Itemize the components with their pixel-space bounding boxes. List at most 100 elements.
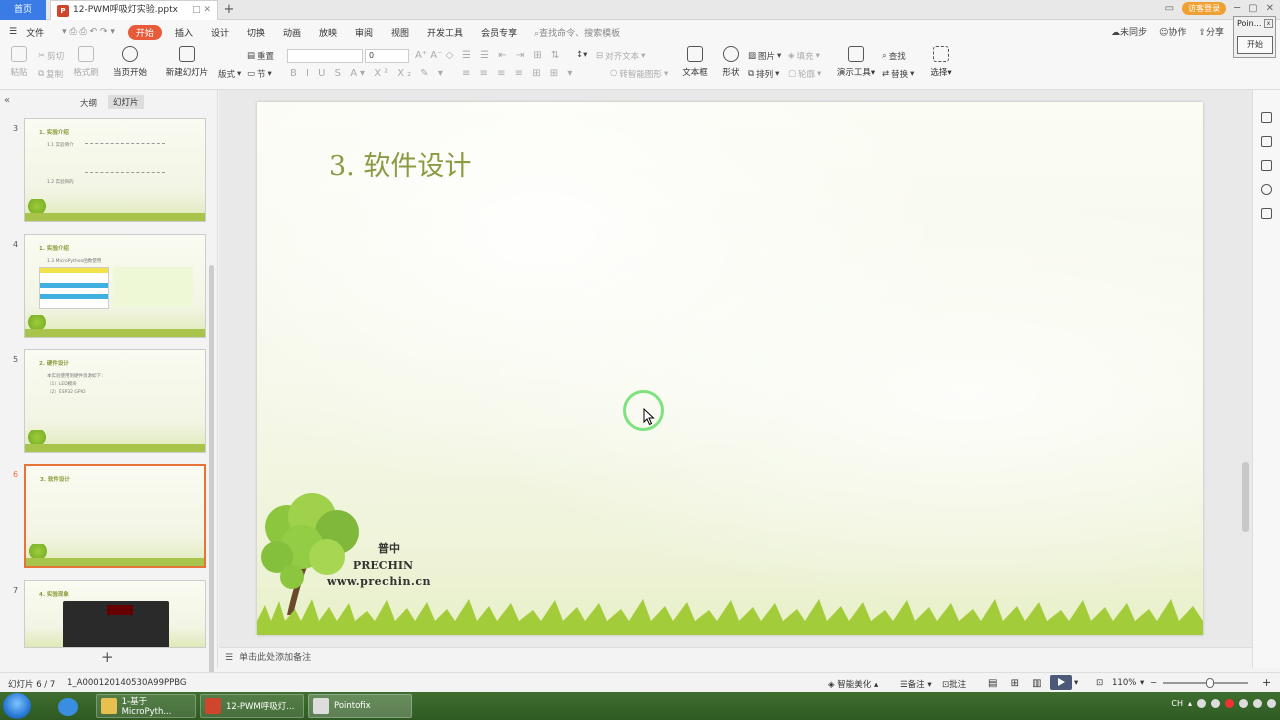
tray-app-icon[interactable] <box>1211 699 1220 708</box>
menu-member[interactable]: 会员专享 <box>472 26 526 39</box>
slide-title[interactable]: 3. 软件设计 <box>329 144 471 183</box>
notes-bar[interactable]: ☰ 单击此处添加备注 <box>219 647 1252 668</box>
zoom-slider-knob[interactable] <box>1206 678 1214 688</box>
volume-icon[interactable] <box>1267 699 1276 708</box>
section-button[interactable]: ▭ 节 ▾ <box>247 68 272 80</box>
format-painter-button[interactable]: 格式刷 <box>68 46 104 78</box>
line-spacing-icon[interactable]: ↕▾ <box>576 50 587 60</box>
menu-developer[interactable]: 开发工具 <box>418 26 472 39</box>
arrange-button[interactable]: ⧉ 排列 ▾ <box>748 68 779 80</box>
transition-icon[interactable] <box>1261 160 1272 171</box>
canvas-scrollbar[interactable] <box>1241 92 1250 645</box>
quick-access-icons[interactable]: ▾ ⎙ ⎙ ↶ ↷ ▾ <box>53 27 124 37</box>
paste-button[interactable]: 粘贴 <box>0 46 38 78</box>
find-button[interactable]: ⌕ 查找 <box>882 50 906 62</box>
notes-toggle[interactable]: ☰备注 ▾ <box>900 678 932 690</box>
taskbar-item[interactable]: 1-基于MicroPyth... <box>96 694 196 718</box>
picture-button[interactable]: ▨ 图片 ▾ <box>748 50 781 62</box>
zoom-dropdown-icon[interactable]: ▾ <box>1140 678 1144 688</box>
menu-slideshow[interactable]: 放映 <box>310 26 346 39</box>
tab-outline[interactable]: 大纲 <box>80 97 97 109</box>
document-tab[interactable]: P 12-PWM呼吸灯实验.pptx □ ✕ <box>50 0 218 20</box>
menu-review[interactable]: 审阅 <box>346 26 382 39</box>
hamburger-icon[interactable]: ☰ <box>0 27 26 37</box>
slide[interactable]: 3. 软件设计 普中 PRECHIN www.prechin.cn <box>257 102 1203 635</box>
list-icons[interactable]: ☰ ☰ ⇤ ⇥ ⊞ ⇅ <box>462 50 562 61</box>
tray-app-icon[interactable] <box>1225 699 1234 708</box>
cut-button[interactable]: ✂ 剪切 <box>38 50 64 62</box>
zoom-level[interactable]: 110% <box>1112 678 1136 688</box>
play-current-button[interactable]: 当页开始 <box>105 46 155 78</box>
beautify-button[interactable]: ◈ 智能美化 ▴ <box>828 678 878 690</box>
panel-scrollbar[interactable] <box>209 265 214 705</box>
tray-app-icon[interactable] <box>1239 699 1248 708</box>
menu-file[interactable]: 文件 <box>26 26 53 39</box>
paragraph-align-icons[interactable]: ≡ ≡ ≡ ≡ ⊞ ⊞ ▾ <box>462 68 575 79</box>
tray-app-icon[interactable] <box>1197 699 1206 708</box>
font-grow-shrink-icons[interactable]: A⁺ A⁻ ◇ <box>415 50 453 61</box>
menu-insert[interactable]: 插入 <box>166 26 202 39</box>
animation-icon[interactable] <box>1261 136 1272 147</box>
select-button[interactable]: 选择▾ <box>924 46 958 78</box>
properties-icon[interactable] <box>1261 112 1272 123</box>
play-dropdown-icon[interactable]: ▾ <box>1074 678 1078 688</box>
command-search[interactable]: ⌕查找命令、搜索模板 <box>534 26 620 39</box>
close-window-icon[interactable]: ✕ <box>1266 3 1274 14</box>
backup-icon[interactable] <box>1261 208 1272 219</box>
smartart-button[interactable]: ⎔ 转智能图形 ▾ <box>610 68 668 80</box>
scrollbar-thumb[interactable] <box>1242 462 1249 532</box>
new-tab-button[interactable]: + <box>222 1 236 19</box>
input-language[interactable]: CH <box>1171 699 1183 708</box>
help-icon[interactable] <box>1261 184 1272 195</box>
menu-animations[interactable]: 动画 <box>274 26 310 39</box>
font-size-select[interactable]: 0 <box>365 49 409 63</box>
presenter-tools-button[interactable]: 演示工具▾ <box>832 46 880 78</box>
restore-icon[interactable]: ▢ <box>1248 3 1257 14</box>
pointofix-start-button[interactable]: 开始 <box>1237 36 1273 54</box>
play-slideshow-button[interactable] <box>1050 675 1072 690</box>
slide-thumbnail-selected[interactable]: 3. 软件设计 <box>24 464 206 568</box>
taskbar-item-active[interactable]: Pointofix <box>308 694 412 718</box>
shape-button[interactable]: 形状 <box>714 46 748 78</box>
tab-slides[interactable]: 幻灯片 <box>108 95 144 109</box>
menu-view[interactable]: 视图 <box>382 26 418 39</box>
outline-button[interactable]: ▢ 轮廓 ▾ <box>788 68 821 80</box>
start-button[interactable] <box>3 693 31 719</box>
home-tab[interactable]: 首页 <box>0 0 46 20</box>
replace-button[interactable]: ⇄ 替换 ▾ <box>882 68 914 80</box>
layout-icon[interactable]: ▭ <box>1165 3 1174 14</box>
slide-thumbnail[interactable]: 1. 实验介绍 1.3 MicroPython函数使用 <box>24 234 206 338</box>
menu-design[interactable]: 设计 <box>202 26 238 39</box>
tab-close-icon[interactable]: □ ✕ <box>192 1 211 20</box>
comments-toggle[interactable]: ⊡批注 <box>942 678 966 690</box>
textbox-button[interactable]: 文本框 <box>676 46 714 78</box>
close-icon[interactable]: x <box>1264 19 1273 28</box>
taskbar-item[interactable]: 12-PWM呼吸灯... <box>200 694 304 718</box>
menu-transitions[interactable]: 切换 <box>238 26 274 39</box>
collaborate-button[interactable]: ☺协作 <box>1159 25 1186 38</box>
slide-thumbnail[interactable]: 1. 实验介绍 1.1 实验简介 1.2 实验目的 <box>24 118 206 222</box>
layout-button[interactable]: 版式 ▾ <box>218 68 241 80</box>
share-button[interactable]: ⇪分享 <box>1198 25 1224 38</box>
view-mode-icons[interactable]: ▤ ⊞ ▥ <box>988 678 1047 689</box>
zoom-in-icon[interactable]: + <box>1262 676 1271 689</box>
minimize-icon[interactable]: ─ <box>1234 3 1240 14</box>
reset-button[interactable]: ▤ 重置 <box>247 50 274 62</box>
slide-thumbnail[interactable]: 4. 实验现象 <box>24 580 206 648</box>
slide-thumbnail[interactable]: 2. 硬件设计 本实验使用到硬件资源如下： （1）LED模块 （2）ESP32 … <box>24 349 206 453</box>
sync-button[interactable]: ☁未同步 <box>1111 25 1147 38</box>
copy-button[interactable]: ⧉ 复制 <box>38 68 63 80</box>
font-family-select[interactable] <box>287 49 363 63</box>
network-icon[interactable] <box>1253 699 1262 708</box>
collapse-panel-icon[interactable]: « <box>4 95 10 106</box>
zoom-out-icon[interactable]: − <box>1150 678 1157 688</box>
fill-button[interactable]: ◈ 填充 ▾ <box>788 50 820 62</box>
font-style-icons[interactable]: B I U S A▾ X² X₂ ✎ ▾ <box>290 68 446 79</box>
login-button[interactable]: 访客登录 <box>1182 2 1227 15</box>
fit-window-icon[interactable]: ⊡ <box>1096 678 1103 688</box>
new-slide-button[interactable]: 新建幻灯片 <box>160 46 214 78</box>
tray-arrow-icon[interactable]: ▴ <box>1188 699 1192 708</box>
add-slide-button[interactable]: + <box>101 648 114 666</box>
sogou-icon[interactable] <box>58 698 78 716</box>
menu-start[interactable]: 开始 <box>127 24 162 40</box>
